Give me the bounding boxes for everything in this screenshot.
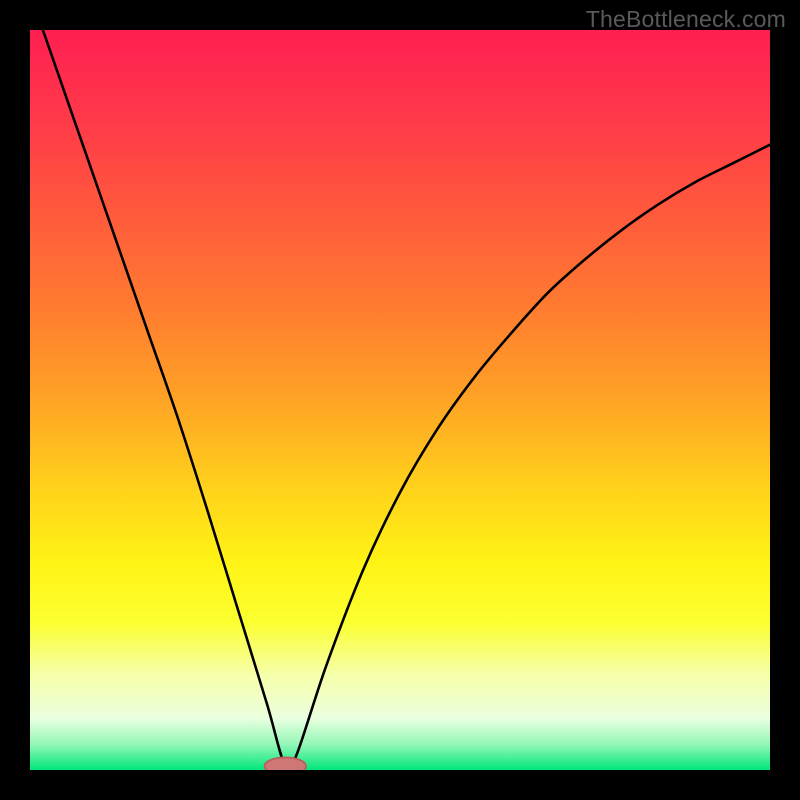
- optimum-marker: [265, 757, 306, 770]
- watermark-text: TheBottleneck.com: [586, 6, 786, 33]
- plot-area: [30, 30, 770, 770]
- gradient-background: [30, 30, 770, 770]
- chart-frame: TheBottleneck.com: [0, 0, 800, 800]
- chart-svg: [30, 30, 770, 770]
